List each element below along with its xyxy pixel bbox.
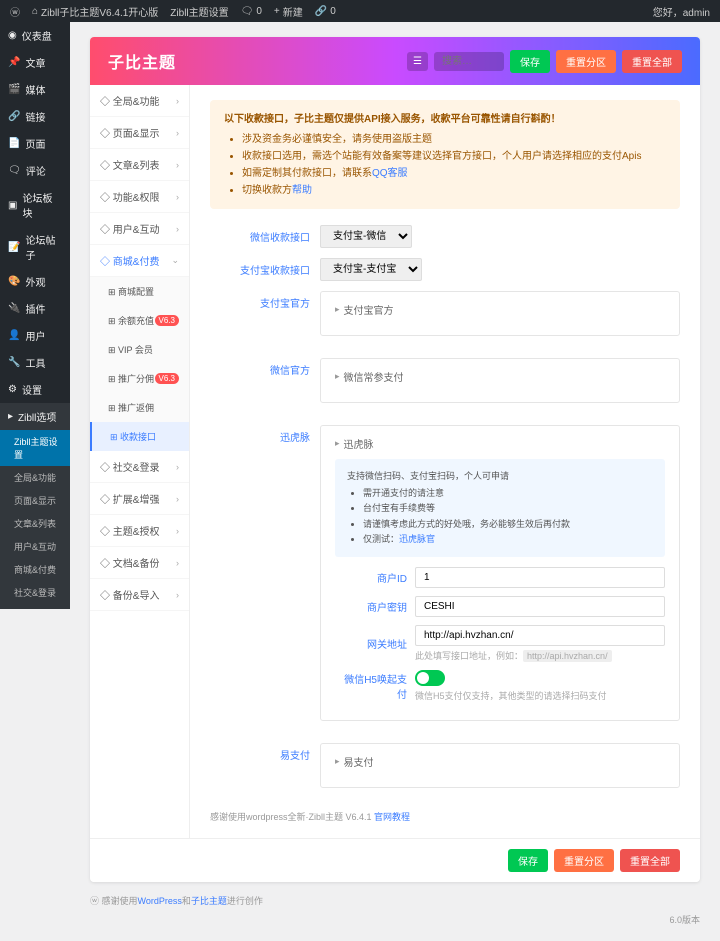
reset-section-button[interactable]: 重置分区 <box>556 50 616 73</box>
reset-all-button-bottom[interactable]: 重置全部 <box>620 849 680 872</box>
theme-link[interactable]: 子比主题 <box>191 896 227 906</box>
yipay-card[interactable]: 易支付 <box>335 754 665 769</box>
wp-menu-4[interactable]: 📄 页面 <box>0 130 70 157</box>
wp-menu-8[interactable]: 🎨 外观 <box>0 268 70 295</box>
wp-menu-6[interactable]: ▣ 论坛板块 <box>0 184 70 226</box>
nav-item-4[interactable]: ◇ 用户&互动› <box>90 213 189 245</box>
sub-nav-1[interactable]: ⊞ 余额充值V6.3 <box>90 306 189 335</box>
wp-menu-9[interactable]: 🔌 插件 <box>0 295 70 322</box>
wp-submenu-0[interactable]: Zibll主题设置 <box>0 430 70 466</box>
links-count[interactable]: 🔗 0 <box>315 6 336 17</box>
wp-menu-7[interactable]: 📝 论坛帖子 <box>0 226 70 268</box>
sub-nav-2[interactable]: ⊞ VIP 会员 <box>90 335 189 364</box>
site-name[interactable]: ⌂ Zibll子比主题V6.4.1开心版 <box>32 4 158 19</box>
reset-all-button[interactable]: 重置全部 <box>622 50 682 73</box>
wp-menu-10[interactable]: 👤 用户 <box>0 322 70 349</box>
wp-submenu-7[interactable]: 扩展&增强 <box>0 604 70 609</box>
nav-item-5[interactable]: ◇ 商城&付费⌄ <box>90 245 189 277</box>
version: 6.0版本 <box>90 913 700 926</box>
xunhu-label: 迅虎脉 <box>210 425 320 444</box>
wp-submenu-1[interactable]: 全局&功能 <box>0 466 70 489</box>
reset-section-button-bottom[interactable]: 重置分区 <box>554 849 614 872</box>
nav-item-2[interactable]: ◇ 文章&列表› <box>90 149 189 181</box>
zibll-options[interactable]: ▸ Zibll选项 <box>0 403 70 430</box>
wp-menu-11[interactable]: 🔧 工具 <box>0 349 70 376</box>
nav-item2-4[interactable]: ◇ 备份&导入› <box>90 579 189 611</box>
wp-menu-2[interactable]: 🎬 媒体 <box>0 76 70 103</box>
xunhu-info: 支持微信扫码、支付宝扫码，个人可申请 需开通支付的请注意台付宝有手续费等请谨慎考… <box>335 459 665 557</box>
search-input[interactable] <box>434 52 504 71</box>
search-icon[interactable]: ☰ <box>407 52 428 71</box>
h5-toggle[interactable] <box>415 670 445 686</box>
wp-menu-1[interactable]: 📌 文章 <box>0 49 70 76</box>
alipay-label: 支付宝收款接口 <box>210 258 320 277</box>
wp-menu-12[interactable]: ⚙ 设置 <box>0 376 70 403</box>
wp-submenu-3[interactable]: 文章&列表 <box>0 512 70 535</box>
wechat-official-card[interactable]: 微信常参支付 <box>335 369 665 384</box>
wp-menu-3[interactable]: 🔗 链接 <box>0 103 70 130</box>
alipay-official-card[interactable]: 支付宝官方 <box>335 302 665 317</box>
alipay-official-label: 支付宝官方 <box>210 291 320 310</box>
wp-logo[interactable]: ⓦ <box>10 4 20 19</box>
notice-box: 以下收款接口，子比主题仅提供API接入服务，收款平台可靠性请自行斟酌！ 涉及资金… <box>210 100 680 209</box>
wechat-label: 微信收款接口 <box>210 225 320 244</box>
save-button-bottom[interactable]: 保存 <box>508 849 548 872</box>
nav-item2-3[interactable]: ◇ 文档&备份› <box>90 547 189 579</box>
wechat-official-label: 微信官方 <box>210 358 320 377</box>
sub-nav-5[interactable]: ⊞ 收款接口 <box>90 422 189 451</box>
save-button[interactable]: 保存 <box>510 50 550 73</box>
wp-submenu-5[interactable]: 商城&付费 <box>0 558 70 581</box>
tutorial-link[interactable]: 官网教程 <box>374 812 410 822</box>
wp-menu-5[interactable]: 🗨 评论 <box>0 157 70 184</box>
yipay-label: 易支付 <box>210 743 320 762</box>
nav-item-1[interactable]: ◇ 页面&显示› <box>90 117 189 149</box>
footer-credit: 感谢使用wordpress全新·Zibll主题 V6.4.1 官网教程 <box>210 810 680 823</box>
wp-link[interactable]: WordPress <box>138 896 182 906</box>
wechat-select[interactable]: 支付宝-微信 <box>320 225 412 248</box>
theme-settings-link[interactable]: Zibll主题设置 <box>170 4 228 19</box>
mchid-input[interactable] <box>415 567 665 588</box>
comments-link[interactable]: 🗨 0 <box>241 6 262 17</box>
nav-item2-1[interactable]: ◇ 扩展&增强› <box>90 483 189 515</box>
nav-item2-2[interactable]: ◇ 主题&授权› <box>90 515 189 547</box>
thanks-line: ⓦ 感谢使用WordPress和子比主题进行创作 <box>90 894 700 907</box>
alipay-select[interactable]: 支付宝-支付宝 <box>320 258 422 281</box>
sub-nav-4[interactable]: ⊞ 推广返佣 <box>90 393 189 422</box>
panel-title: 子比主题 <box>108 49 176 73</box>
greeting[interactable]: 您好，admin <box>653 4 710 19</box>
nav-item-0[interactable]: ◇ 全局&功能› <box>90 85 189 117</box>
wp-submenu-2[interactable]: 页面&显示 <box>0 489 70 512</box>
mchname-input[interactable] <box>415 596 665 617</box>
wp-submenu-6[interactable]: 社交&登录 <box>0 581 70 604</box>
gateway-input[interactable] <box>415 625 665 646</box>
new-link[interactable]: + 新建 <box>274 4 303 19</box>
nav-item-3[interactable]: ◇ 功能&权限› <box>90 181 189 213</box>
wp-submenu-4[interactable]: 用户&互动 <box>0 535 70 558</box>
sub-nav-0[interactable]: ⊞ 商城配置 <box>90 277 189 306</box>
nav-item2-0[interactable]: ◇ 社交&登录› <box>90 451 189 483</box>
sub-nav-3[interactable]: ⊞ 推广分佣V6.3 <box>90 364 189 393</box>
xunhu-card[interactable]: 迅虎脉 <box>335 436 665 451</box>
wp-menu-0[interactable]: ◉ 仪表盘 <box>0 22 70 49</box>
